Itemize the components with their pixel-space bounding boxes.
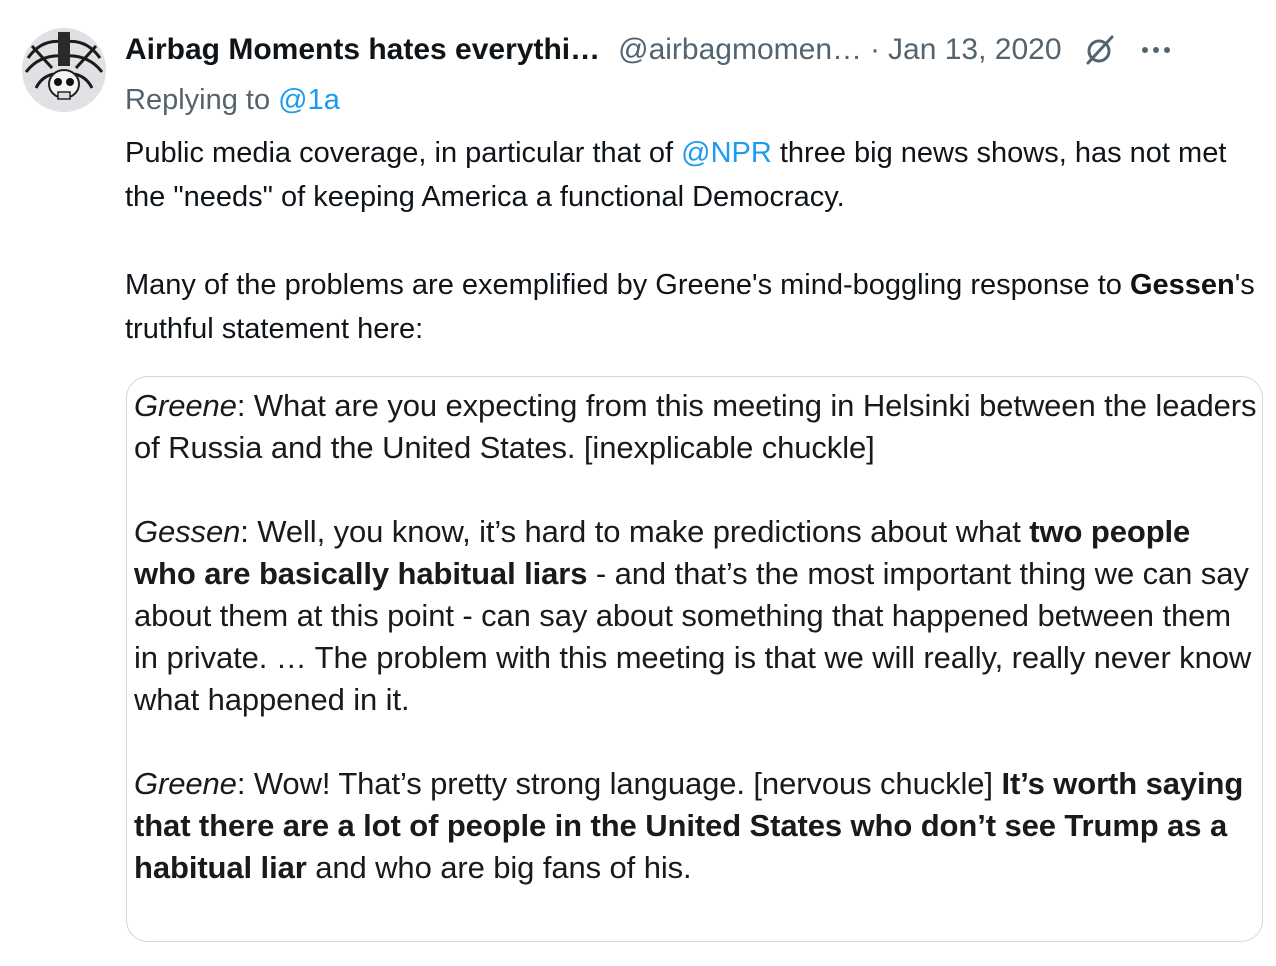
- speaker-name: Greene: [134, 766, 237, 801]
- separator-dot: ·: [870, 33, 881, 66]
- reply-mention-link[interactable]: @1a: [278, 84, 340, 116]
- tweet-date[interactable]: Jan 13, 2020: [888, 33, 1061, 67]
- tweet-paragraph: Many of the problems are exemplified by …: [125, 263, 1265, 351]
- grok-icon[interactable]: [1082, 33, 1116, 67]
- text-span: and who are big fans of his.: [306, 850, 692, 885]
- tweet-paragraph: Public media coverage, in particular tha…: [125, 131, 1265, 219]
- reply-prefix: Replying to: [125, 84, 279, 116]
- transcript-paragraph: Greene: What are you expecting from this…: [134, 385, 1258, 469]
- transcript-paragraph: Greene: Wow! That’s pretty strong langua…: [134, 763, 1258, 889]
- attached-image[interactable]: Greene: What are you expecting from this…: [126, 376, 1263, 942]
- npr-mention-link[interactable]: @NPR: [681, 137, 772, 169]
- text-span: : What are you expecting from this meeti…: [134, 388, 1257, 465]
- tweet-text: Public media coverage, in particular tha…: [125, 131, 1265, 351]
- speaker-name: Gessen: [134, 514, 241, 549]
- more-icon[interactable]: [1136, 33, 1176, 67]
- display-name[interactable]: Airbag Moments hates everythi…: [125, 33, 600, 67]
- transcript-text: Greene: What are you expecting from this…: [134, 385, 1258, 889]
- bold-text: Gessen: [1129, 269, 1235, 301]
- text-span: Public media coverage, in particular tha…: [125, 137, 682, 169]
- speaker-name: Greene: [134, 388, 237, 423]
- text-span: : Wow! That’s pretty strong language. [n…: [236, 766, 1002, 801]
- text-span: : Well, you know, it’s hard to make pred…: [240, 514, 1030, 549]
- transcript-paragraph: Gessen: Well, you know, it’s hard to mak…: [134, 511, 1258, 721]
- user-handle[interactable]: @airbagmomen…: [618, 33, 862, 67]
- avatar[interactable]: [22, 28, 106, 112]
- tweet-header: Airbag Moments hates everythi… @airbagmo…: [125, 28, 1265, 72]
- skull-avatar-icon: [22, 28, 106, 112]
- replying-to: Replying to @1a: [125, 84, 340, 117]
- text-span: Many of the problems are exemplified by …: [125, 269, 1130, 301]
